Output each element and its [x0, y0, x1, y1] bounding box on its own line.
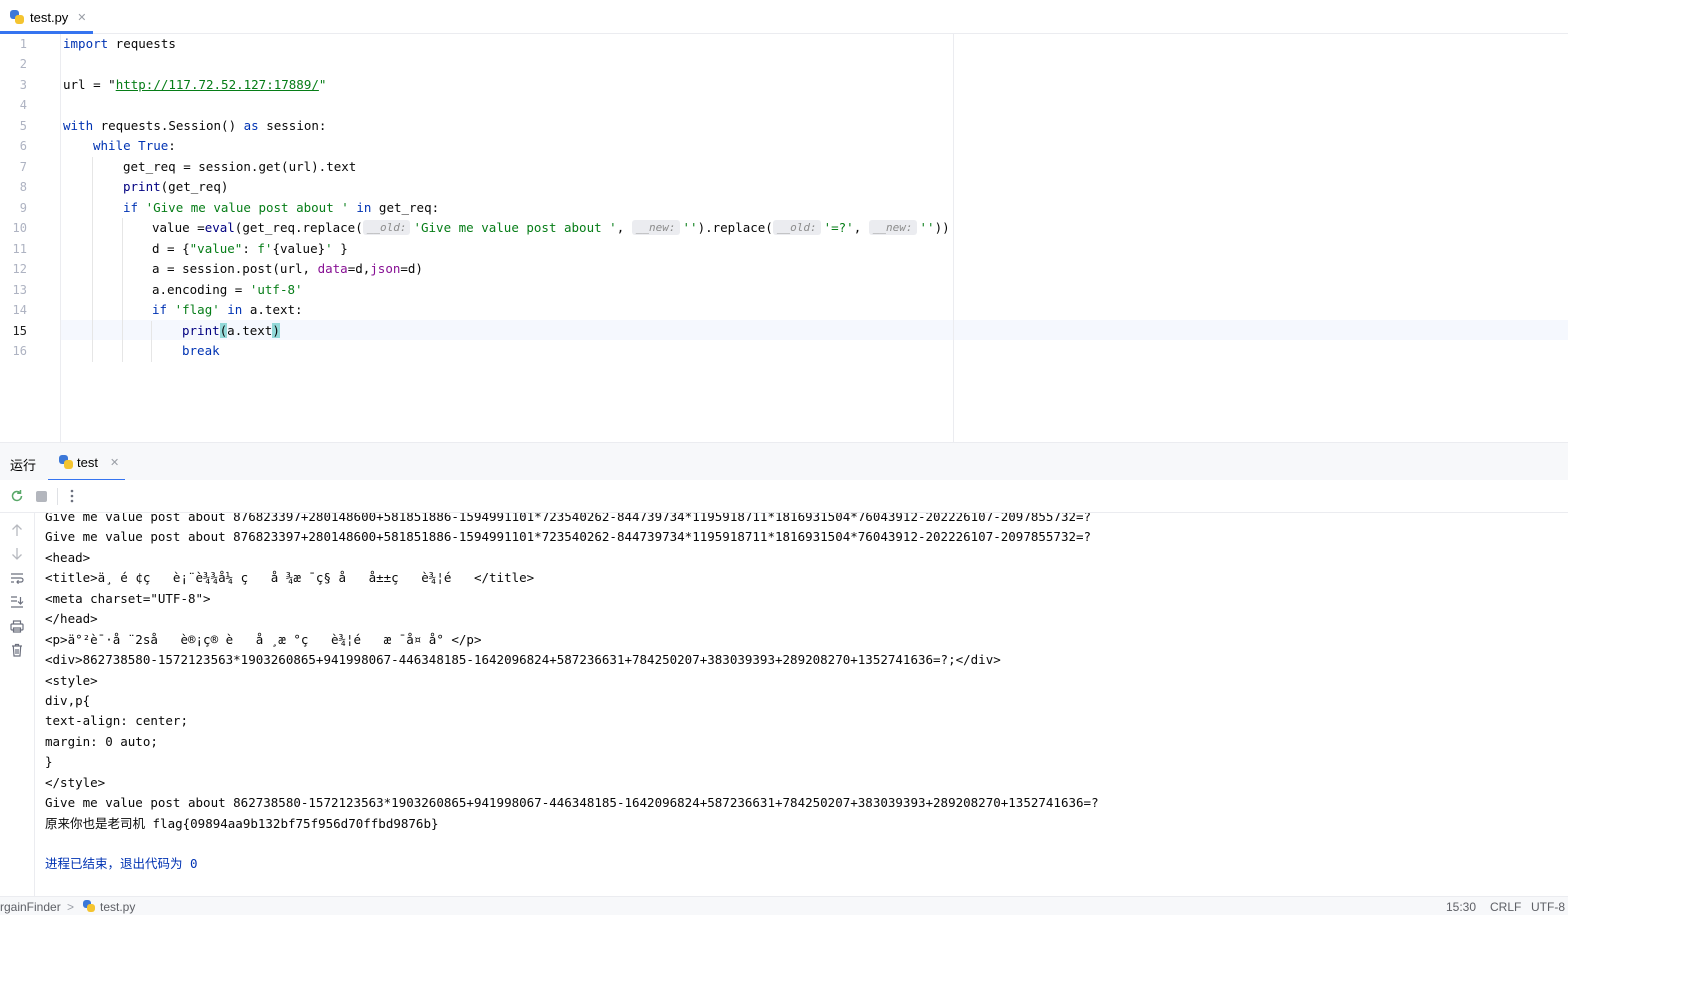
line-number: 2: [19, 57, 27, 71]
run-tab-test[interactable]: test ✕: [48, 443, 125, 481]
arrow-up-icon[interactable]: [9, 522, 25, 538]
code-line-10: value =eval(get_req.replace(__old: 'Give …: [152, 220, 950, 235]
line-number: 16: [12, 344, 27, 358]
console-line: Give me value post about 876823397+28014…: [45, 529, 1092, 544]
breadcrumb-file[interactable]: test.py: [100, 900, 135, 914]
parameter-hint: __new:: [868, 220, 917, 235]
console-line: <div>862738580-1572123563*1903260865+941…: [45, 652, 1001, 667]
soft-wrap-icon[interactable]: [9, 570, 25, 586]
code-line-11: d = {"value": f'{value}' }: [152, 241, 348, 256]
run-toolbar: [0, 480, 1568, 513]
code-line-3: url = "http://117.72.52.127:17889/": [63, 77, 327, 92]
run-panel-title: 运行: [10, 458, 37, 473]
more-options-icon[interactable]: [64, 488, 80, 504]
console-line: div,p{: [45, 693, 91, 708]
line-number: 8: [19, 180, 27, 194]
console-line: <head>: [45, 550, 91, 565]
python-file-icon: [83, 900, 95, 915]
run-tab-label: test: [77, 454, 98, 470]
line-number-gutter: 1 2 3 4 5 6 7 8 9 10 11 12 13 14 15 16: [0, 34, 61, 442]
right-margin-guide: [953, 34, 954, 442]
python-file-icon: [59, 455, 73, 469]
process-exit-message: 进程已结束，退出代码为 0: [45, 856, 198, 871]
code-line-8: print(get_req): [123, 179, 229, 194]
console-line: <p>ä°²è¯·å ¨2så è®¡ç® è å ¸æ °ç è¾¦é æ ¯…: [45, 632, 482, 647]
line-number: 5: [19, 119, 27, 133]
code-line-1: import requests: [63, 36, 176, 51]
console-line: </style>: [45, 775, 106, 790]
line-number: 3: [19, 78, 27, 92]
line-number: 9: [19, 201, 27, 215]
console-line: }: [45, 754, 53, 769]
indent-guide: [122, 218, 123, 362]
line-number: 6: [19, 139, 27, 153]
current-line-highlight: [61, 320, 1568, 340]
close-icon[interactable]: ✕: [110, 456, 119, 469]
run-tool-window-header: 运行 test ✕: [0, 442, 1568, 482]
console-line: </head>: [45, 611, 98, 626]
close-icon[interactable]: ✕: [77, 11, 86, 24]
code-area[interactable]: import requests url = "http://117.72.52.…: [61, 34, 1568, 442]
line-number: 4: [19, 98, 27, 112]
stop-icon[interactable]: [33, 488, 49, 504]
console-line: Give me value post about 862738580-15721…: [45, 795, 1099, 810]
line-number: 13: [12, 283, 27, 297]
python-file-icon: [10, 10, 24, 24]
toolbar-divider: [57, 488, 58, 505]
caret-position[interactable]: 15:30: [1446, 900, 1476, 914]
code-editor[interactable]: 1 2 3 4 5 6 7 8 9 10 11 12 13 14 15 16 i…: [0, 34, 1568, 442]
code-line-16: break: [182, 343, 220, 358]
trash-icon[interactable]: [9, 642, 25, 658]
breadcrumb-separator: >: [67, 900, 75, 914]
url-link[interactable]: http://117.72.52.127:17889/: [116, 77, 319, 92]
parameter-hint: __new:: [631, 220, 680, 235]
run-console-output[interactable]: Give me value post about 876823397+28014…: [35, 513, 1568, 896]
status-bar: rgainFinder > test.py 15:30 CRLF UTF-8: [0, 896, 1568, 915]
line-number-current: 15: [12, 324, 27, 338]
breadcrumb-project[interactable]: rgainFinder: [0, 900, 61, 914]
parameter-hint: __old:: [362, 220, 411, 235]
console-line: <title>ä¸ é ¢ç è¡¨è¾¾å¼ ç å ¾æ ¯ç§ å å±±…: [45, 570, 535, 585]
editor-tab-label: test.py: [30, 9, 69, 25]
code-line-15: print(a.text): [182, 323, 280, 338]
code-line-5: with requests.Session() as session:: [63, 118, 327, 133]
code-line-7: get_req = session.get(url).text: [123, 159, 357, 174]
rerun-icon[interactable]: [9, 488, 25, 504]
indent-guide: [151, 321, 152, 362]
code-line-12: a = session.post(url, data=d,json=d): [152, 261, 423, 276]
line-number: 1: [19, 37, 27, 51]
line-number: 14: [12, 303, 27, 317]
print-icon[interactable]: [9, 618, 25, 634]
console-line-flag: 原来你也是老司机 flag{09894aa9b132bf75f956d70ffb…: [45, 816, 439, 831]
console-line: <meta charset="UTF-8">: [45, 591, 211, 606]
console-line: <style>: [45, 673, 98, 688]
file-encoding[interactable]: UTF-8: [1531, 900, 1565, 914]
scroll-to-end-icon[interactable]: [9, 594, 25, 610]
line-number: 10: [12, 221, 27, 235]
code-line-13: a.encoding = 'utf-8': [152, 282, 303, 297]
code-line-14: if 'flag' in a.text:: [152, 302, 303, 317]
code-line-9: if 'Give me value post about ' in get_re…: [123, 200, 440, 215]
run-side-toolbar: [0, 513, 35, 896]
console-line: Give me value post about 876823397+28014…: [45, 513, 1092, 524]
line-number: 12: [12, 262, 27, 276]
editor-tab-bar: test.py ✕: [0, 0, 1568, 34]
line-ending[interactable]: CRLF: [1490, 900, 1521, 914]
console-line: margin: 0 auto;: [45, 734, 158, 749]
line-number: 11: [12, 242, 27, 256]
parameter-hint: __old:: [772, 220, 821, 235]
line-number: 7: [19, 160, 27, 174]
code-line-6: while True:: [93, 138, 176, 153]
indent-guide: [92, 157, 93, 362]
arrow-down-icon[interactable]: [9, 546, 25, 562]
editor-tab-test-py[interactable]: test.py ✕: [0, 0, 93, 34]
console-line: text-align: center;: [45, 713, 188, 728]
